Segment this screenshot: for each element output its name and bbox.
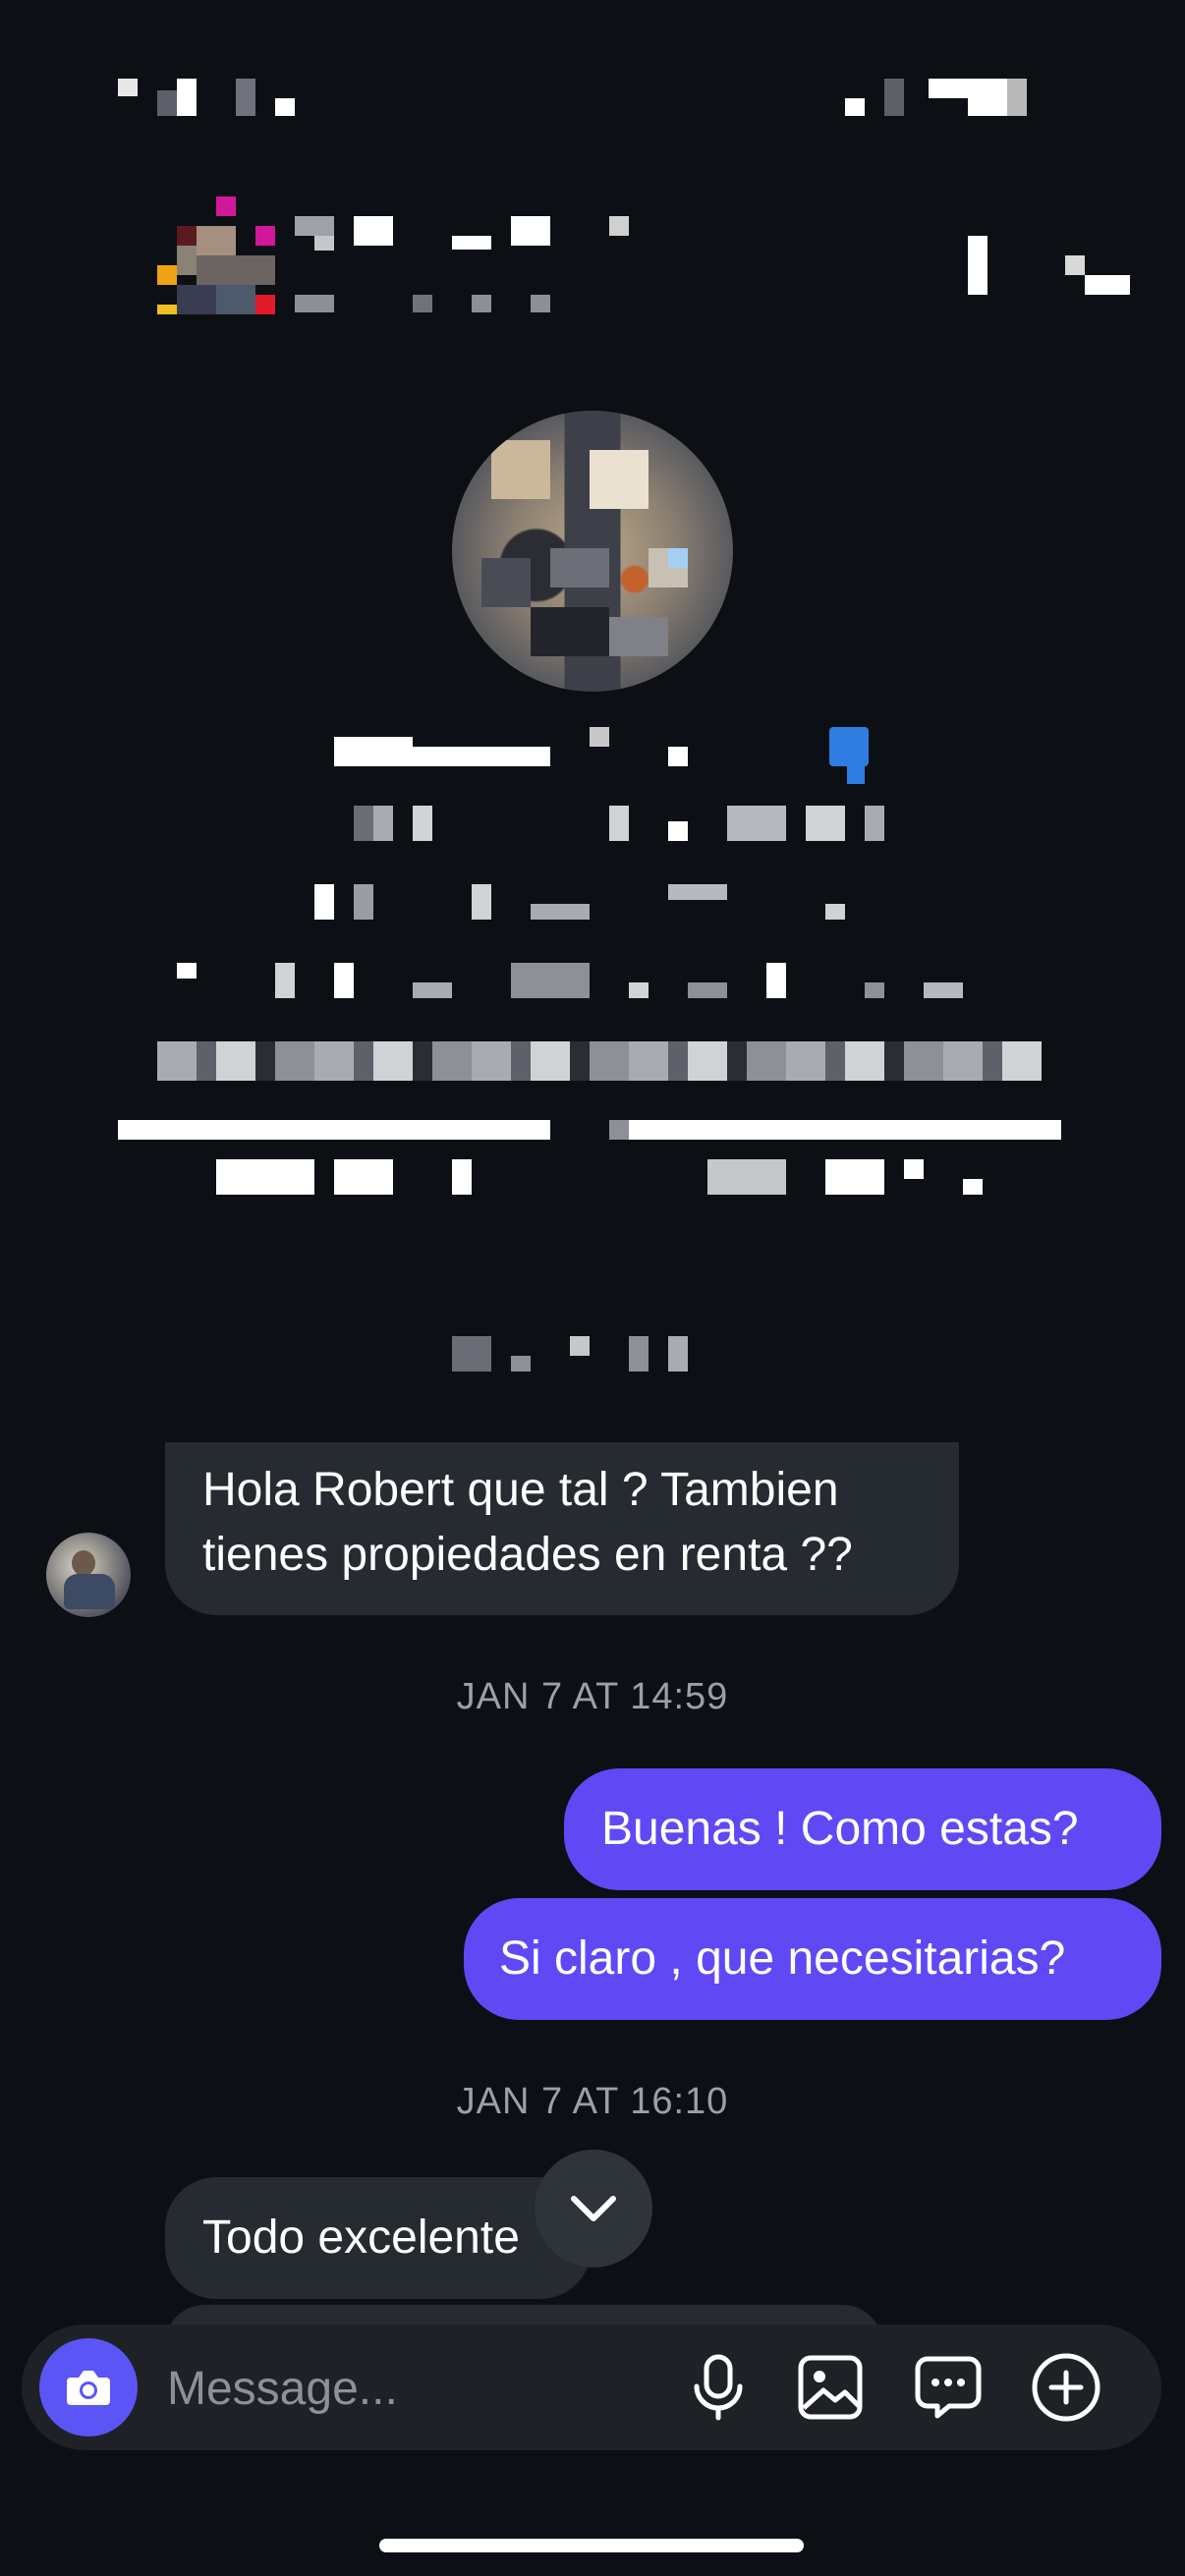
microphone-icon — [694, 2354, 743, 2421]
message-incoming[interactable]: Hola Robert que tal ? Tambien tienes pro… — [165, 1442, 959, 1615]
status-bar-redacted — [0, 0, 1185, 138]
message-input[interactable] — [165, 2353, 660, 2424]
profile-info-redacted — [118, 806, 1081, 1218]
profile-name-redacted — [334, 727, 884, 786]
profile-avatar-redacted[interactable] — [452, 411, 733, 692]
message-outgoing[interactable]: Si claro , que necesitarias? — [464, 1898, 1161, 2020]
message-incoming[interactable]: Todo excelente — [165, 2177, 592, 2299]
plus-circle-icon — [1032, 2353, 1100, 2422]
call-icon-redacted[interactable] — [968, 236, 988, 295]
chevron-down-icon — [571, 2196, 616, 2221]
camera-button[interactable] — [39, 2338, 138, 2436]
home-indicator[interactable] — [379, 2539, 804, 2552]
chat-bubble-icon — [915, 2356, 982, 2419]
avatar[interactable] — [46, 1533, 131, 1617]
message-outgoing[interactable]: Buenas ! Como estas? — [564, 1768, 1161, 1890]
gallery-button[interactable] — [786, 2343, 875, 2432]
image-icon — [798, 2355, 863, 2420]
camera-icon — [67, 2371, 110, 2405]
verified-badge-icon — [829, 727, 869, 766]
add-button[interactable] — [1022, 2343, 1110, 2432]
message-text: Buenas ! Como estas? — [601, 1803, 1079, 1855]
video-icon-redacted[interactable] — [1061, 255, 1130, 295]
header-avatar-redacted[interactable] — [157, 196, 275, 314]
date-separator-redacted — [452, 1336, 707, 1375]
message-text: Todo excelente — [202, 2212, 520, 2264]
timestamp-separator: JAN 7 AT 16:10 — [456, 2081, 729, 2122]
chat-menu-button[interactable] — [904, 2343, 992, 2432]
message-text: Hola Robert que tal ? Tambien — [202, 1464, 839, 1516]
microphone-button[interactable] — [674, 2343, 762, 2432]
chat-header-redacted — [0, 187, 1185, 324]
message-text: Si claro , que necesitarias? — [499, 1932, 1066, 1985]
scroll-down-button[interactable] — [535, 2150, 652, 2268]
timestamp-separator: JAN 7 AT 14:59 — [456, 1676, 729, 1717]
message-text: tienes propiedades en renta ?? — [202, 1529, 853, 1581]
